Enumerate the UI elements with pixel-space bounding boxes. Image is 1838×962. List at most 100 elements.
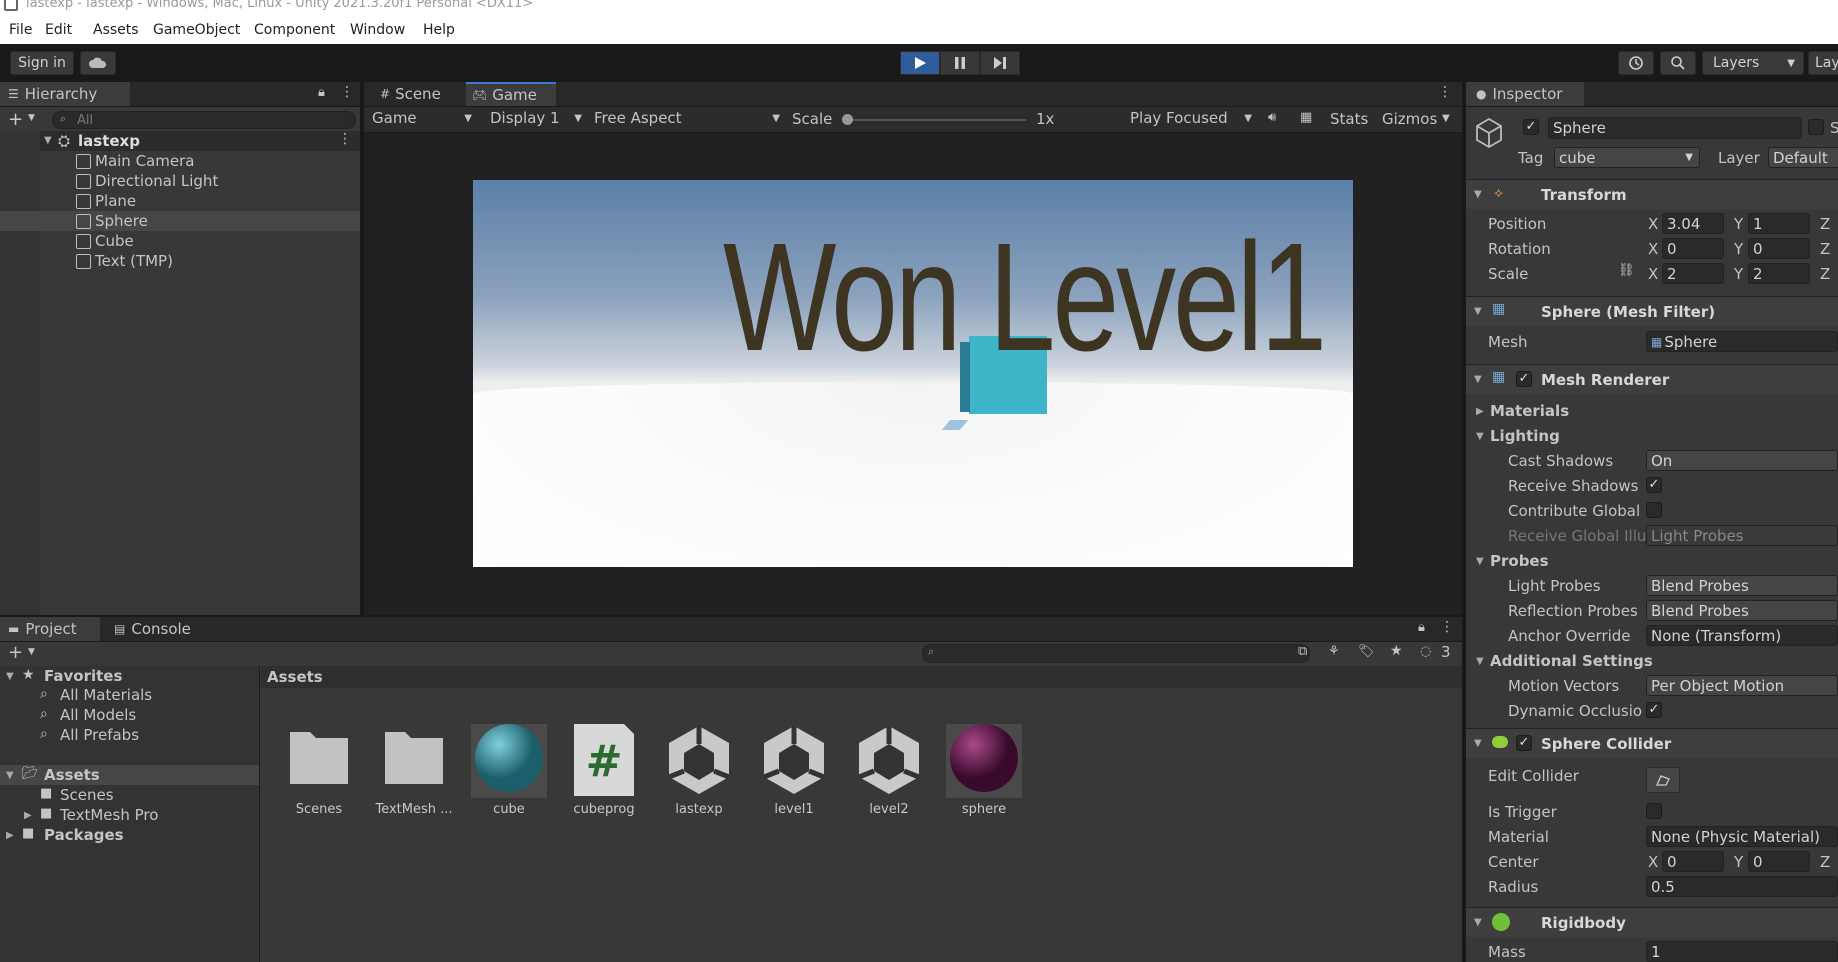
rigidbody-header[interactable]: ▼ Rigidbody (1466, 907, 1838, 937)
play-button[interactable] (900, 51, 940, 75)
chevron-down-icon[interactable]: ▼ (1442, 113, 1450, 124)
more-options-icon[interactable]: ⋮ (340, 84, 354, 100)
mesh-filter-header[interactable]: ▼ ▦ Sphere (Mesh Filter) (1466, 296, 1838, 326)
radius-field[interactable]: 0.5 (1646, 876, 1838, 897)
packages-folder[interactable]: Packages (44, 826, 124, 844)
anchor-override-field[interactable]: None (Transform) (1646, 625, 1838, 646)
collider-material-field[interactable]: None (Physic Material) (1646, 826, 1838, 847)
collapse-triangle-icon[interactable]: ▼ (1476, 556, 1484, 567)
light-probes-dropdown[interactable]: Blend Probes (1646, 575, 1838, 596)
collapse-triangle-icon[interactable]: ▼ (1474, 917, 1482, 928)
expand-triangle-icon[interactable]: ▶ (24, 810, 32, 821)
menu-file[interactable]: File (9, 22, 32, 38)
more-options-icon[interactable]: ⋮ (338, 131, 352, 147)
asset-scenes[interactable]: Scenes (274, 724, 364, 817)
chevron-down-icon[interactable]: ▼ (28, 647, 35, 657)
search-by-type-icon[interactable]: ⧉ (1298, 644, 1307, 659)
asset-level2-scene[interactable]: level2 (844, 724, 934, 817)
active-checkbox[interactable]: ✓ (1523, 119, 1539, 135)
scale-slider-thumb[interactable] (842, 114, 853, 125)
hierarchy-item-directional-light[interactable]: Directional Light (76, 172, 218, 190)
favorites-label[interactable]: Favorites (44, 667, 122, 685)
expand-triangle-icon[interactable]: ▶ (6, 830, 14, 841)
lock-icon[interactable]: 🔒︎ (318, 85, 325, 100)
center-y-field[interactable]: 0 (1748, 851, 1810, 872)
history-button[interactable] (1618, 51, 1654, 75)
tab-game[interactable]: 🎮︎ Game (466, 82, 556, 106)
folder-scenes[interactable]: Scenes (60, 786, 114, 804)
collapse-triangle-icon[interactable]: ▼ (1476, 431, 1484, 442)
asset-cube-material[interactable]: cube (464, 720, 554, 817)
hidden-packages-icon[interactable]: ◌ (1420, 644, 1431, 659)
sign-in-button[interactable]: Sign in (10, 51, 74, 75)
sphere-collider-header[interactable]: ▼ ✓ Sphere Collider (1466, 728, 1838, 758)
hierarchy-item-plane[interactable]: Plane (76, 192, 136, 210)
tab-project[interactable]: ▬ Project (0, 617, 100, 641)
menu-assets[interactable]: Assets (93, 22, 139, 38)
hierarchy-item-sphere[interactable]: Sphere (76, 212, 148, 230)
edit-collider-button[interactable] (1646, 767, 1680, 793)
favorite-all-prefabs[interactable]: All Prefabs (60, 726, 139, 744)
favorite-all-models[interactable]: All Models (60, 706, 136, 724)
collapse-triangle-icon[interactable]: ▼ (1474, 306, 1482, 317)
scale-y-field[interactable]: 2 (1748, 263, 1810, 284)
favorite-star-icon[interactable]: ★ (1390, 643, 1403, 659)
collapse-triangle-icon[interactable]: ▼ (1476, 656, 1484, 667)
rotation-x-field[interactable]: 0 (1662, 238, 1724, 259)
collapse-triangle-icon[interactable]: ▼ (1474, 374, 1482, 385)
menu-component[interactable]: Component (254, 22, 335, 38)
mass-field[interactable]: 1 (1646, 941, 1838, 962)
mesh-field[interactable]: ▦ Sphere (1646, 331, 1838, 352)
menu-window[interactable]: Window (350, 22, 405, 38)
folder-textmesh-pro[interactable]: TextMesh Pro (60, 806, 158, 824)
lighting-foldout[interactable]: Lighting (1490, 427, 1560, 445)
game-viewport[interactable]: Won Level1 (473, 180, 1353, 567)
play-focused-dropdown[interactable]: Play Focused ▼ (1124, 109, 1254, 131)
dynamic-occlusion-checkbox[interactable]: ✓ (1646, 702, 1662, 718)
filter-by-label-icon[interactable]: 🏷︎ (1358, 644, 1375, 659)
constrain-proportions-icon[interactable]: ⛓︎ (1618, 263, 1635, 278)
scale-slider-track[interactable] (846, 119, 1026, 121)
object-name-input[interactable]: Sphere (1548, 117, 1802, 139)
display-dropdown[interactable]: Display 1 ▼ (486, 109, 586, 131)
hierarchy-item-main-camera[interactable]: Main Camera (76, 152, 194, 170)
add-icon[interactable]: + (8, 642, 23, 663)
mesh-renderer-enabled-checkbox[interactable]: ✓ (1516, 371, 1532, 387)
static-checkbox[interactable] (1808, 119, 1824, 135)
hierarchy-item-cube[interactable]: Cube (76, 232, 134, 250)
cloud-button[interactable] (80, 51, 116, 75)
expand-triangle-icon[interactable]: ▼ (44, 135, 52, 146)
tab-console[interactable]: ▤ Console (110, 617, 210, 641)
pause-button[interactable] (940, 51, 980, 75)
cast-shadows-dropdown[interactable]: On (1646, 450, 1838, 471)
game-view[interactable]: Won Level1 (364, 133, 1462, 615)
center-x-field[interactable]: 0 (1662, 851, 1724, 872)
collapse-triangle-icon[interactable]: ▼ (1474, 189, 1482, 200)
additional-settings-foldout[interactable]: Additional Settings (1490, 652, 1653, 670)
layers-dropdown[interactable]: Layers ▼ (1702, 51, 1804, 75)
asset-level1-scene[interactable]: level1 (749, 724, 839, 817)
contribute-gi-checkbox[interactable] (1646, 502, 1662, 518)
project-search-input[interactable] (922, 644, 1310, 663)
layout-dropdown[interactable]: Lay (1808, 51, 1838, 75)
hierarchy-search-input[interactable]: All (52, 111, 356, 129)
step-button[interactable] (980, 51, 1020, 75)
add-icon[interactable]: + (8, 109, 23, 130)
menu-gameobject[interactable]: GameObject (153, 22, 240, 38)
expand-triangle-icon[interactable]: ▼ (6, 671, 14, 682)
menu-help[interactable]: Help (423, 22, 455, 38)
game-mode-dropdown[interactable]: Game ▼ (368, 109, 476, 131)
receive-shadows-checkbox[interactable]: ✓ (1646, 477, 1662, 493)
position-y-field[interactable]: 1 (1748, 213, 1810, 234)
scale-x-field[interactable]: 2 (1662, 263, 1724, 284)
materials-foldout[interactable]: Materials (1490, 402, 1569, 420)
asset-cubeprog-script[interactable]: # cubeprog (559, 722, 649, 817)
layer-dropdown[interactable]: Default (1768, 147, 1838, 168)
asset-lastexp-scene[interactable]: lastexp (654, 724, 744, 817)
expand-triangle-icon[interactable]: ▼ (6, 770, 14, 781)
tag-dropdown[interactable]: cube ▼ (1554, 147, 1700, 168)
probes-foldout[interactable]: Probes (1490, 552, 1549, 570)
assets-folder[interactable]: Assets (44, 766, 100, 784)
tab-inspector[interactable]: ● Inspector (1466, 82, 1584, 106)
reflection-probes-dropdown[interactable]: Blend Probes (1646, 600, 1838, 621)
